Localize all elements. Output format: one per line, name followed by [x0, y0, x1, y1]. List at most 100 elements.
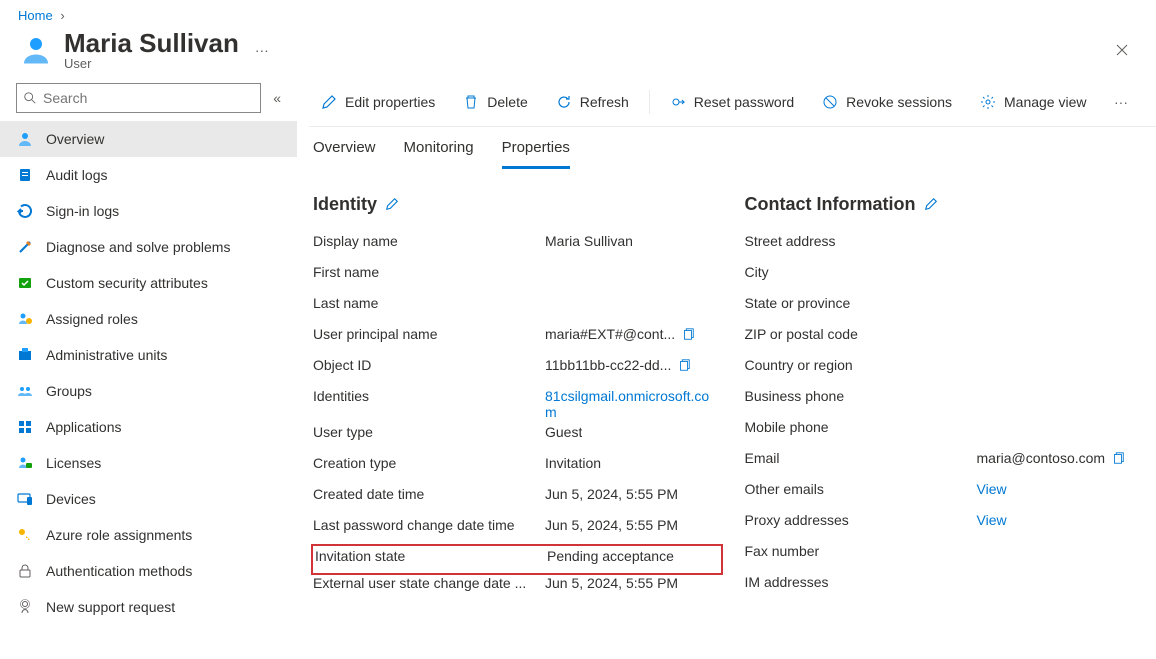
- field-value: Guest: [545, 424, 582, 440]
- button-label: Edit properties: [345, 94, 435, 110]
- toolbar-overflow-button[interactable]: ···: [1106, 94, 1136, 110]
- button-label: Refresh: [580, 94, 629, 110]
- sidebar: « Overview Audit logs Sign-in logs Diagn…: [0, 79, 297, 658]
- field-value: maria#EXT#@cont...: [545, 326, 675, 342]
- licenses-icon: [16, 454, 34, 472]
- diagnose-icon: [16, 238, 34, 256]
- gear-icon: [980, 94, 996, 110]
- sidebar-item-groups[interactable]: Groups: [0, 373, 297, 409]
- sidebar-item-auth-methods[interactable]: Authentication methods: [0, 553, 297, 589]
- close-button[interactable]: [1106, 34, 1138, 66]
- refresh-icon: [556, 94, 572, 110]
- log-icon: [16, 166, 34, 184]
- field-label: Object ID: [313, 357, 545, 373]
- sidebar-item-label: Applications: [46, 419, 122, 435]
- refresh-button[interactable]: Refresh: [544, 79, 641, 127]
- view-link[interactable]: View: [977, 512, 1007, 528]
- button-label: Manage view: [1004, 94, 1087, 110]
- copy-icon[interactable]: [1111, 451, 1125, 465]
- field-label: State or province: [745, 295, 977, 311]
- field-value: Pending acceptance: [547, 548, 674, 564]
- chevron-right-icon: ›: [60, 8, 64, 23]
- page-title: Maria Sullivan: [64, 29, 239, 58]
- edit-properties-button[interactable]: Edit properties: [309, 79, 447, 127]
- field-value-link[interactable]: 81csilgmail.onmicrosoft.com: [545, 388, 721, 420]
- section-title: Contact Information: [745, 194, 916, 215]
- tab-overview[interactable]: Overview: [313, 139, 376, 169]
- sidebar-item-label: Overview: [46, 131, 104, 147]
- sidebar-item-audit-logs[interactable]: Audit logs: [0, 157, 297, 193]
- copy-icon[interactable]: [681, 327, 695, 341]
- edit-icon[interactable]: [385, 197, 399, 211]
- sidebar-item-azure-role[interactable]: Azure role assignments: [0, 517, 297, 553]
- main-content: Edit properties Delete Refresh Reset pas…: [297, 79, 1156, 658]
- sidebar-item-label: Audit logs: [46, 167, 107, 183]
- button-label: Revoke sessions: [846, 94, 952, 110]
- search-input[interactable]: [37, 89, 254, 107]
- field-label: Created date time: [313, 486, 545, 502]
- collapse-sidebar-button[interactable]: «: [273, 90, 281, 106]
- sidebar-item-custom-security[interactable]: Custom security attributes: [0, 265, 297, 301]
- field-label: User principal name: [313, 326, 545, 342]
- sidebar-item-admin-units[interactable]: Administrative units: [0, 337, 297, 373]
- button-label: Reset password: [694, 94, 794, 110]
- sidebar-item-label: Groups: [46, 383, 92, 399]
- field-label: IM addresses: [745, 574, 977, 590]
- groups-icon: [16, 382, 34, 400]
- edit-icon[interactable]: [924, 197, 938, 211]
- sidebar-item-label: Administrative units: [46, 347, 167, 363]
- field-value: 11bb11bb-cc22-dd...: [545, 357, 671, 373]
- page-header: Maria Sullivan User ···: [0, 29, 1156, 79]
- roles-icon: [16, 310, 34, 328]
- more-icon[interactable]: ···: [255, 42, 269, 58]
- field-value: Maria Sullivan: [545, 233, 633, 249]
- field-label: Mobile phone: [745, 419, 977, 435]
- field-label: Last name: [313, 295, 545, 311]
- field-label: Street address: [745, 233, 977, 249]
- tab-monitoring[interactable]: Monitoring: [404, 139, 474, 169]
- tab-properties[interactable]: Properties: [502, 139, 570, 169]
- view-link[interactable]: View: [977, 481, 1007, 497]
- field-label: City: [745, 264, 977, 280]
- user-icon: [16, 130, 34, 148]
- sidebar-item-applications[interactable]: Applications: [0, 409, 297, 445]
- revoke-icon: [822, 94, 838, 110]
- field-label: Last password change date time: [313, 517, 545, 533]
- command-bar: Edit properties Delete Refresh Reset pas…: [309, 79, 1156, 127]
- sidebar-item-support[interactable]: New support request: [0, 589, 297, 625]
- signin-icon: [16, 202, 34, 220]
- devices-icon: [16, 490, 34, 508]
- trash-icon: [463, 94, 479, 110]
- support-icon: [16, 598, 34, 616]
- reset-password-button[interactable]: Reset password: [658, 79, 806, 127]
- delete-button[interactable]: Delete: [451, 79, 539, 127]
- sidebar-item-label: New support request: [46, 599, 175, 615]
- search-icon: [23, 91, 37, 105]
- sidebar-item-label: Authentication methods: [46, 563, 192, 579]
- manage-view-button[interactable]: Manage view: [968, 79, 1099, 127]
- copy-icon[interactable]: [677, 358, 691, 372]
- tab-bar: Overview Monitoring Properties: [309, 127, 1156, 170]
- edit-icon: [321, 94, 337, 110]
- search-input-wrapper[interactable]: [16, 83, 261, 113]
- sidebar-item-label: Devices: [46, 491, 96, 507]
- sidebar-item-label: Azure role assignments: [46, 527, 192, 543]
- field-value: Invitation: [545, 455, 601, 471]
- sidebar-item-diagnose[interactable]: Diagnose and solve problems: [0, 229, 297, 265]
- properties-pane: Identity Display nameMaria Sullivan Firs…: [309, 170, 1156, 604]
- sidebar-item-signin-logs[interactable]: Sign-in logs: [0, 193, 297, 229]
- separator: [649, 90, 650, 114]
- sidebar-item-assigned-roles[interactable]: Assigned roles: [0, 301, 297, 337]
- breadcrumb-home[interactable]: Home: [18, 8, 53, 23]
- field-label: External user state change date ...: [313, 575, 545, 591]
- identity-section: Identity Display nameMaria Sullivan Firs…: [313, 194, 721, 604]
- sidebar-item-overview[interactable]: Overview: [0, 121, 297, 157]
- revoke-sessions-button[interactable]: Revoke sessions: [810, 79, 964, 127]
- apps-icon: [16, 418, 34, 436]
- field-label: ZIP or postal code: [745, 326, 977, 342]
- sidebar-item-licenses[interactable]: Licenses: [0, 445, 297, 481]
- breadcrumb: Home ›: [0, 0, 1156, 29]
- sidebar-item-devices[interactable]: Devices: [0, 481, 297, 517]
- field-label: First name: [313, 264, 545, 280]
- button-label: Delete: [487, 94, 527, 110]
